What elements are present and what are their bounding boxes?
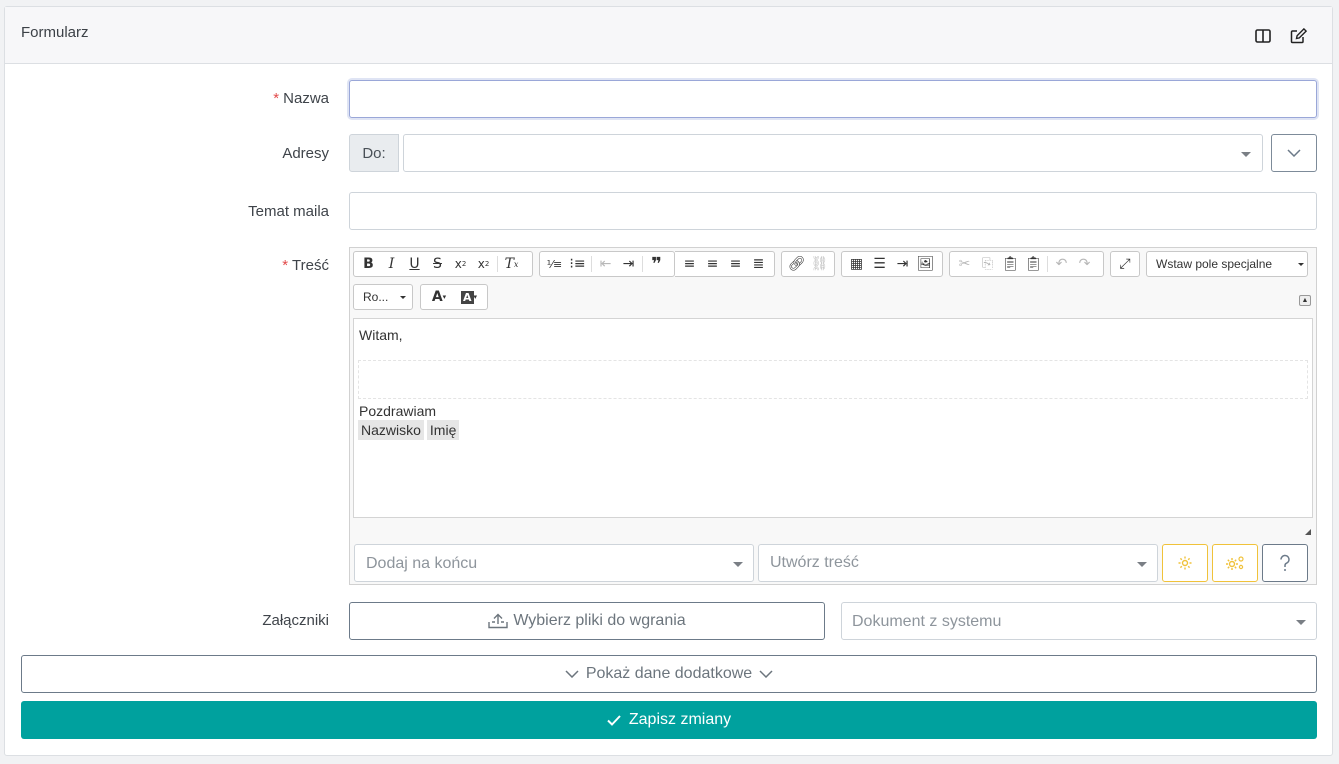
chevron-down-icon	[1287, 149, 1301, 157]
chevron-down-icon	[1296, 620, 1306, 625]
advanced-settings-button[interactable]	[1212, 544, 1258, 582]
chevron-down-icon	[759, 670, 773, 678]
settings-button[interactable]	[1162, 544, 1208, 582]
subscript-icon[interactable]: x2	[449, 253, 472, 275]
bulleted-list-icon[interactable]: ⁝≡	[566, 253, 589, 275]
align-center-icon[interactable]: ≡	[701, 253, 724, 275]
chevron-down-icon	[733, 562, 743, 567]
subject-input[interactable]	[349, 192, 1317, 230]
font-select[interactable]: Ro...	[353, 284, 413, 310]
toolbar-links: 🔗︎ ⛓︎	[781, 251, 835, 277]
italic-icon[interactable]: I	[380, 253, 403, 275]
chevron-down-icon	[565, 670, 579, 678]
empty-block[interactable]	[358, 360, 1308, 399]
redo-icon[interactable]: ↷	[1073, 253, 1096, 275]
link-icon[interactable]: 🔗︎	[785, 253, 808, 275]
toolbar-colors: A ▾ A ▾	[420, 284, 488, 310]
numbered-list-icon[interactable]: ⅟≡	[543, 253, 566, 275]
copy-icon[interactable]: ⎘	[976, 253, 999, 275]
gear-icon	[1178, 556, 1192, 570]
align-left-icon[interactable]: ≡	[678, 253, 701, 275]
image-icon[interactable]: 🖼︎	[914, 253, 937, 275]
chevron-down-icon	[1137, 562, 1147, 567]
field-chip-surname[interactable]: Nazwisko	[358, 420, 424, 440]
toolbar-align: ≡ ≡ ≡ ≣	[675, 251, 775, 277]
addresses-label: Adresy	[282, 145, 329, 162]
card-header: Formularz	[5, 7, 1332, 64]
paste-text-icon[interactable]: 📋︎	[1022, 253, 1045, 275]
blockquote-icon[interactable]: ❞	[645, 253, 668, 275]
greeting-text: Witam,	[359, 327, 403, 343]
body-label: * Treść	[282, 257, 329, 274]
background-color-icon[interactable]: A ▾	[454, 286, 484, 308]
subject-label: Temat maila	[248, 203, 329, 220]
special-field-select[interactable]: Wstaw pole specjalne	[1146, 251, 1308, 277]
strikethrough-icon[interactable]: S	[426, 253, 449, 275]
maximize-icon[interactable]: ⤢	[1114, 253, 1136, 275]
to-prefix: Do:	[349, 134, 399, 172]
text-color-icon[interactable]: A ▾	[424, 286, 454, 308]
chevron-down-icon	[1241, 152, 1251, 157]
gears-icon	[1226, 556, 1244, 570]
name-input[interactable]	[349, 80, 1317, 118]
chevron-down-icon	[1298, 263, 1304, 266]
undo-icon[interactable]: ↶	[1050, 253, 1073, 275]
signature-fields: Nazwisko Imię	[358, 420, 462, 440]
bold-icon[interactable]: B	[357, 253, 380, 275]
check-icon	[607, 714, 621, 726]
show-more-button[interactable]: Pokaż dane dodatkowe	[21, 655, 1317, 693]
unlink-icon[interactable]: ⛓︎	[808, 253, 831, 275]
form-card: Formularz * Nazwa Adresy Do: Temat maila …	[4, 6, 1333, 756]
edit-icon[interactable]	[1288, 26, 1308, 46]
horizontal-line-icon[interactable]: ☰	[868, 253, 891, 275]
paste-icon[interactable]: 📋︎	[999, 253, 1022, 275]
align-right-icon[interactable]: ≡	[724, 253, 747, 275]
addresses-select[interactable]	[403, 134, 1263, 172]
table-icon[interactable]: ▦	[845, 253, 868, 275]
underline-icon[interactable]: U	[403, 253, 426, 275]
upload-files-button[interactable]: Wybierz pliki do wgrania	[349, 602, 825, 640]
collapse-toolbar-icon[interactable]: ▲	[1299, 295, 1311, 306]
rich-text-editor: B I U S x2 x2 Tx ⅟≡ ⁝≡ ⇤ ⇥ ❞ ≡ ≡ ≡ ≣ 🔗︎ …	[349, 247, 1317, 585]
columns-icon[interactable]	[1253, 26, 1273, 46]
question-icon	[1280, 554, 1290, 571]
superscript-icon[interactable]: x2	[472, 253, 495, 275]
card-title: Formularz	[21, 24, 89, 41]
toolbar-insert: ▦ ☰ ⇥ 🖼︎	[841, 251, 943, 277]
cut-icon[interactable]: ✂	[953, 253, 976, 275]
closing-text: Pozdrawiam	[359, 403, 437, 419]
append-select[interactable]: Dodaj na końcu	[354, 544, 754, 582]
upload-icon	[488, 613, 509, 629]
addresses-toggle-button[interactable]	[1271, 134, 1317, 172]
editor-content[interactable]: Witam, Pozdrawiam Nazwisko Imię	[353, 318, 1313, 518]
system-document-select[interactable]: Dokument z systemu	[841, 602, 1317, 640]
toolbar-clipboard: ✂ ⎘ 📋︎ 📋︎ ↶ ↷	[949, 251, 1104, 277]
field-chip-firstname[interactable]: Imię	[426, 420, 460, 440]
indent-icon[interactable]: ⇥	[617, 253, 640, 275]
align-justify-icon[interactable]: ≣	[747, 253, 770, 275]
toolbar-basic-styles: B I U S x2 x2 Tx	[353, 251, 533, 277]
name-label: * Nazwa	[273, 90, 329, 107]
chevron-down-icon	[400, 296, 406, 299]
create-content-select[interactable]: Utwórz treść	[758, 544, 1158, 582]
toolbar-maximize: ⤢	[1110, 251, 1140, 277]
help-button[interactable]	[1262, 544, 1308, 582]
save-button[interactable]: Zapisz zmiany	[21, 701, 1317, 739]
outdent-icon[interactable]: ⇤	[594, 253, 617, 275]
remove-format-icon[interactable]: Tx	[500, 253, 523, 275]
resize-handle-icon[interactable]	[1305, 529, 1311, 535]
attachments-label: Załączniki	[262, 612, 329, 629]
page-break-icon[interactable]: ⇥	[891, 253, 914, 275]
toolbar-lists: ⅟≡ ⁝≡ ⇤ ⇥ ❞	[539, 251, 675, 277]
